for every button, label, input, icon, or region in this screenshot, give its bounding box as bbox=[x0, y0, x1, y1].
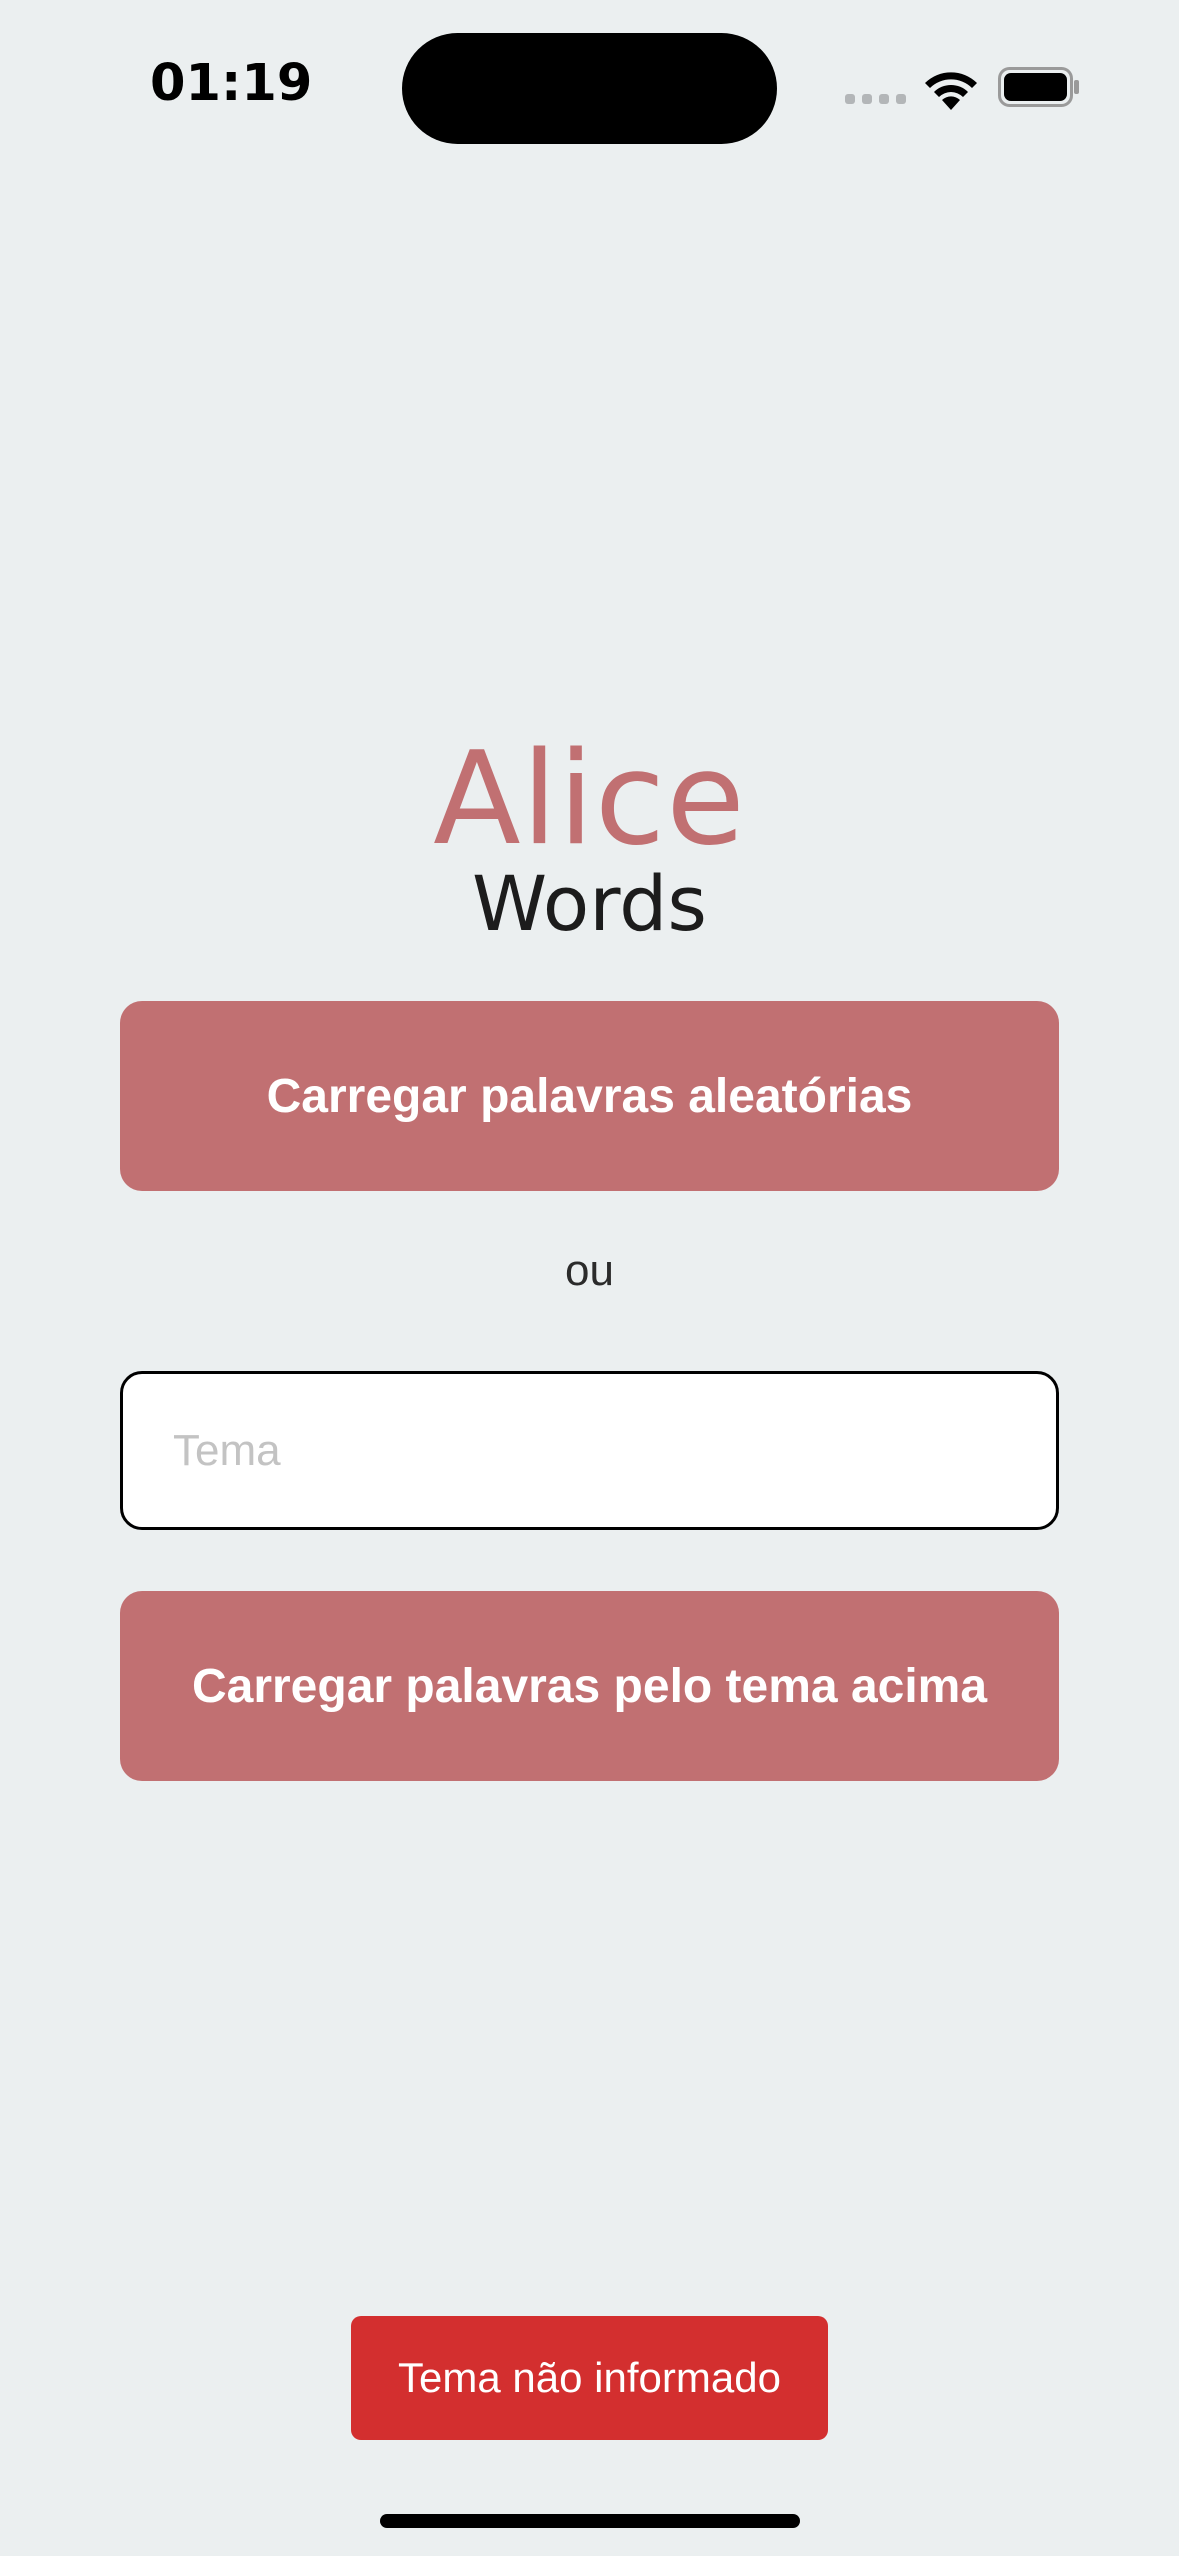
status-bar: 01:19 bbox=[0, 0, 1179, 170]
error-toast: Tema não informado bbox=[351, 2316, 828, 2440]
signal-icon bbox=[845, 94, 906, 106]
logo-subtitle: Words bbox=[472, 859, 707, 948]
battery-icon bbox=[998, 67, 1079, 107]
app-logo: Alice Words bbox=[0, 725, 1179, 945]
dynamic-island bbox=[402, 33, 777, 144]
logo-title: Alice bbox=[433, 725, 746, 874]
status-time: 01:19 bbox=[150, 54, 313, 113]
home-indicator[interactable] bbox=[380, 2514, 800, 2528]
load-random-words-button[interactable]: Carregar palavras aleatórias bbox=[120, 1001, 1059, 1191]
load-theme-words-button[interactable]: Carregar palavras pelo tema acima bbox=[120, 1591, 1059, 1781]
or-separator: ou bbox=[565, 1246, 614, 1295]
theme-input[interactable] bbox=[120, 1371, 1059, 1530]
wifi-icon bbox=[925, 72, 977, 110]
